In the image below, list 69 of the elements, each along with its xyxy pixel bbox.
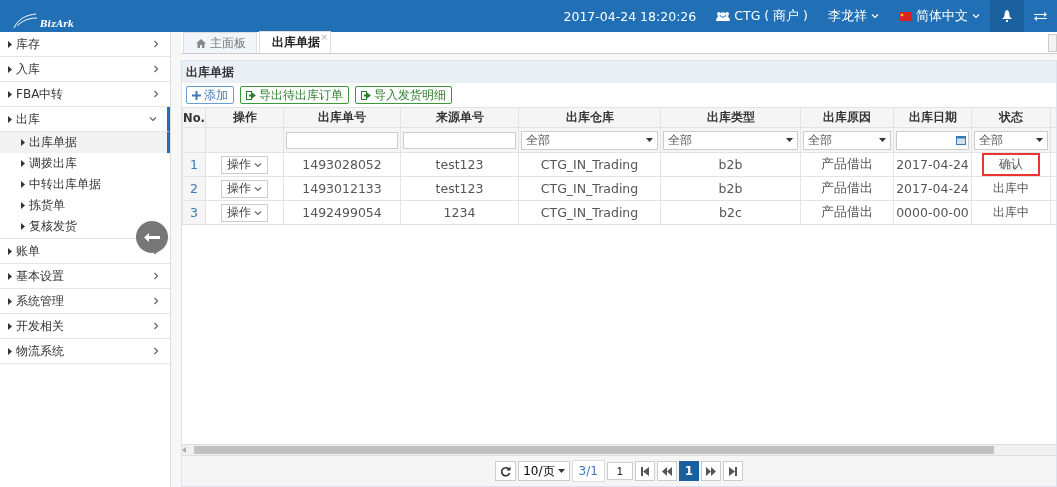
action-dropdown[interactable]: 操作 — [221, 179, 268, 198]
row-number: 2 — [182, 176, 206, 201]
row-number: 1 — [182, 152, 206, 177]
action-dropdown[interactable]: 操作 — [221, 155, 268, 174]
table-cell: 1493028052 — [283, 152, 401, 177]
column-header: 状态 — [971, 107, 1051, 128]
table-cell: 1234 — [400, 200, 519, 225]
table-cell: b2b — [660, 176, 801, 201]
column-header: 出库仓库 — [518, 107, 661, 128]
sidebar-item[interactable]: 入库 — [8, 60, 40, 78]
sidebar-item[interactable]: 开发相关 — [8, 317, 64, 335]
datetime: 2017-04-24 18:20:26 — [563, 8, 697, 24]
add-button[interactable]: 添加 — [186, 86, 234, 104]
row-number: 3 — [182, 200, 206, 225]
user-menu[interactable]: 李龙祥 — [818, 0, 889, 32]
sidebar-item[interactable]: FBA中转 — [8, 85, 64, 103]
table-cell: CTG_IN_Trading — [518, 152, 661, 177]
sidebar-item[interactable]: 出库 — [8, 110, 40, 128]
table-cell: 1493012133 — [283, 176, 401, 201]
status-cell: 出库中 — [993, 181, 1029, 195]
table-cell: 产品借出 — [800, 176, 894, 201]
table-cell: test123 — [400, 152, 519, 177]
table-cell: 产品借出 — [800, 152, 894, 177]
sidebar-subitem[interactable]: 拣货单 — [21, 198, 65, 213]
filter-select[interactable]: 全部 — [803, 130, 891, 150]
table-cell: b2b — [660, 152, 801, 177]
logo-text: BizArk — [40, 19, 75, 29]
tab[interactable]: 出库单据× — [259, 31, 331, 53]
column-header: 来源单号 — [400, 107, 519, 128]
sidebar-item[interactable]: 基本设置 — [8, 267, 64, 285]
import-button[interactable]: 导入发货明细 — [355, 86, 452, 104]
status-cell: 确认 — [982, 153, 1040, 176]
sidebar-subitem[interactable]: 出库单据 — [21, 135, 77, 150]
status-cell: 出库中 — [993, 205, 1029, 219]
language-menu[interactable]: 简体中文 — [889, 0, 990, 32]
action-dropdown[interactable]: 操作 — [221, 203, 268, 222]
table-cell: 1492499054 — [283, 200, 401, 225]
column-header: 出库类型 — [660, 107, 801, 128]
table-cell: test123 — [400, 176, 519, 201]
filter-select[interactable]: 全部 — [974, 130, 1048, 150]
table-cell: 2017-04-24 — [893, 152, 972, 177]
page-size-select[interactable]: 10/页 — [518, 461, 570, 481]
column-header: 出库日期 — [893, 107, 972, 128]
sidebar-item[interactable]: 账单 — [8, 242, 40, 260]
sidebar-item[interactable]: 系统管理 — [8, 292, 64, 310]
table-cell: 2017-04-24 — [893, 176, 972, 201]
column-header: 出库单号 — [283, 107, 401, 128]
filter-select[interactable]: 全部 — [663, 130, 798, 150]
sidebar-item[interactable]: 库存 — [8, 35, 40, 53]
merchant-menu[interactable]: CTG ( 商户 ) — [706, 0, 818, 32]
panel-title: 出库单据 — [186, 64, 234, 80]
filter-select[interactable]: 全部 — [521, 130, 658, 150]
table-cell: CTG_IN_Trading — [518, 200, 661, 225]
tab[interactable]: 主面板 — [183, 32, 257, 53]
page-input[interactable]: 1 — [606, 462, 633, 480]
table-cell: CTG_IN_Trading — [518, 176, 661, 201]
column-header: 操作 — [205, 107, 284, 128]
column-header: No. — [182, 107, 206, 128]
table-cell: 产品借出 — [800, 200, 894, 225]
page-info: 3/1 — [571, 460, 605, 482]
page-button[interactable]: 1 — [678, 461, 699, 481]
table-cell: b2c — [660, 200, 801, 225]
export-button[interactable]: 导出待出库订单 — [240, 86, 349, 104]
table-cell: 0000-00-00 — [893, 200, 972, 225]
sidebar-subitem[interactable]: 复核发货 — [21, 219, 77, 234]
sidebar-item[interactable]: 物流系统 — [8, 342, 64, 360]
sidebar-subitem[interactable]: 中转出库单据 — [21, 177, 101, 192]
column-header: 出库原因 — [800, 107, 894, 128]
sidebar-subitem[interactable]: 调拨出库 — [21, 156, 77, 171]
